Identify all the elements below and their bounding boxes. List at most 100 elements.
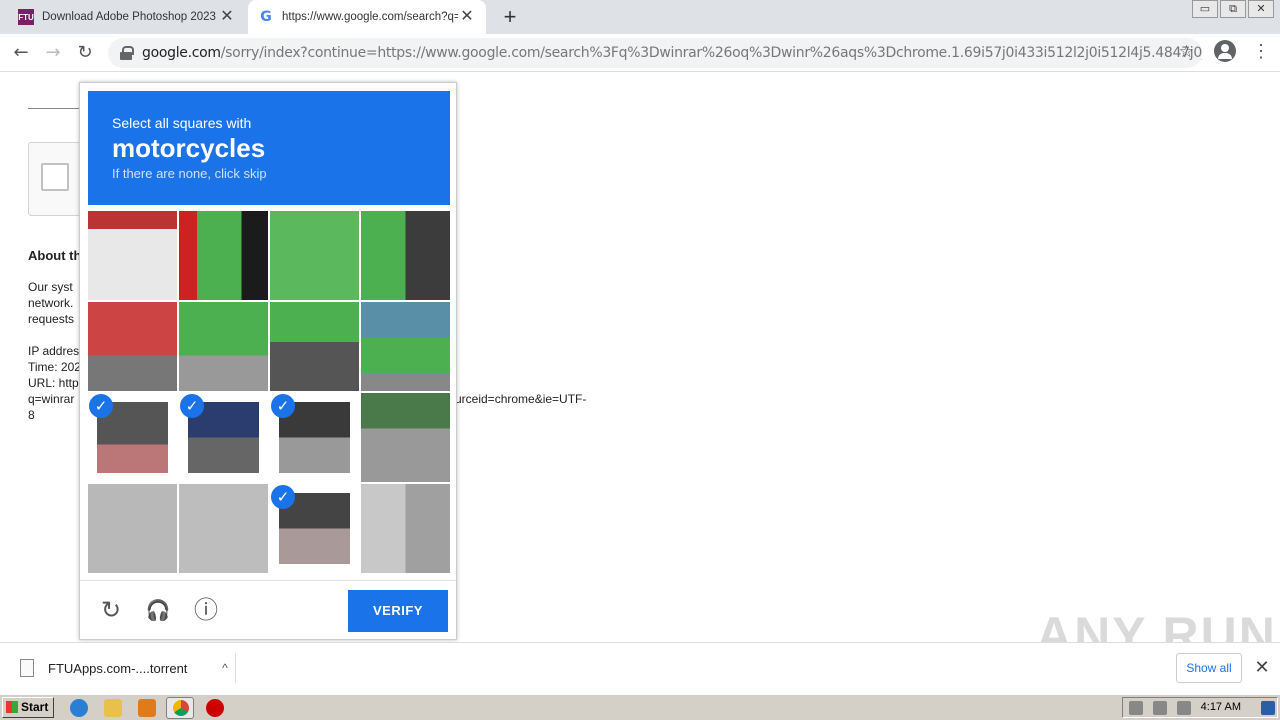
url-host: google.com: [142, 45, 221, 61]
para-line: Our syst: [28, 280, 73, 294]
clock: 4:17 AM: [1200, 701, 1241, 713]
challenge-header: Select all squares with motorcycles If t…: [88, 91, 450, 205]
url-path: /sorry/index?continue=https://www.google…: [220, 45, 1202, 61]
grid-tile-selected[interactable]: ✓: [270, 393, 359, 482]
network-icon[interactable]: [1153, 701, 1167, 715]
grid-tile[interactable]: [361, 484, 450, 573]
tab-title: https://www.google.com/search?q=: [282, 11, 458, 23]
minimize-button[interactable]: ▭: [1192, 0, 1218, 18]
image-grid: ✓ ✓ ✓ ✓: [88, 211, 450, 573]
browser-menu-icon[interactable]: ⋮: [1252, 40, 1270, 62]
help-info-icon[interactable]: ⓘ: [191, 595, 221, 625]
grid-tile[interactable]: [361, 211, 450, 300]
info-line: Time: 202: [28, 360, 81, 374]
back-button[interactable]: ←: [8, 40, 34, 66]
close-window-button[interactable]: ✕: [1248, 0, 1274, 18]
checkmark-icon: ✓: [271, 394, 295, 418]
grid-tile[interactable]: [88, 302, 177, 391]
tile-image: [88, 211, 177, 300]
skip-hint-text: If there are none, click skip: [112, 166, 267, 181]
audio-challenge-icon[interactable]: 🎧: [143, 595, 173, 625]
checkmark-icon: ✓: [180, 394, 204, 418]
grid-tile[interactable]: [270, 302, 359, 391]
grid-tile[interactable]: [88, 484, 177, 573]
info-line: q=winrar: [28, 392, 75, 406]
recaptcha-checkbox[interactable]: [41, 163, 69, 191]
instruction-text: Select all squares with: [112, 115, 252, 131]
checkmark-icon: ✓: [89, 394, 113, 418]
grid-tile-selected[interactable]: ✓: [88, 393, 177, 482]
tab-photoshop[interactable]: FTU Download Adobe Photoshop 2023 v2 ✕: [8, 0, 246, 34]
grid-tile-selected[interactable]: ✓: [179, 393, 268, 482]
close-download-bar-icon[interactable]: ✕: [1252, 655, 1272, 679]
show-desktop-icon[interactable]: [1261, 701, 1275, 715]
challenge-footer: ↻ 🎧 ⓘ VERIFY: [80, 580, 456, 640]
tab-title: Download Adobe Photoshop 2023 v2: [42, 11, 218, 23]
volume-icon[interactable]: [1129, 701, 1143, 715]
tile-image: [88, 302, 177, 391]
about-heading: About th: [28, 248, 82, 263]
download-item[interactable]: FTUApps.com-....torrent ^: [20, 653, 236, 683]
chevron-up-icon[interactable]: ^: [215, 661, 235, 675]
tile-image: [179, 484, 268, 573]
para-line: network.: [28, 296, 74, 310]
info-line: URL: http: [28, 376, 79, 390]
grid-tile[interactable]: [361, 393, 450, 482]
grid-tile[interactable]: [88, 211, 177, 300]
tab-google-search[interactable]: G https://www.google.com/search?q= ✕: [248, 0, 486, 34]
download-filename: FTUApps.com-....torrent: [48, 660, 188, 676]
forward-button[interactable]: →: [40, 40, 66, 66]
info-line: 8: [28, 408, 35, 422]
tab-strip: FTU Download Adobe Photoshop 2023 v2 ✕ G…: [0, 0, 1280, 34]
windows-taskbar: Start 4:17 AM: [0, 694, 1280, 720]
tile-image: [179, 302, 268, 391]
window-controls: ▭ ⧉ ✕: [1190, 0, 1274, 18]
url-text[interactable]: google.com/sorry/index?continue=https://…: [142, 45, 1202, 61]
explorer-folder-icon[interactable]: [104, 699, 122, 717]
address-bar[interactable]: google.com/sorry/index?continue=https://…: [108, 38, 1202, 68]
close-tab-icon[interactable]: ✕: [218, 8, 236, 26]
tile-image: [361, 302, 450, 391]
tile-image: [270, 211, 359, 300]
close-tab-icon[interactable]: ✕: [458, 8, 476, 26]
start-button[interactable]: Start: [2, 697, 54, 718]
new-tab-button[interactable]: +: [498, 4, 522, 30]
grid-tile[interactable]: [270, 211, 359, 300]
browser-toolbar: ← → ↻ google.com/sorry/index?continue=ht…: [0, 34, 1280, 72]
restore-button[interactable]: ⧉: [1220, 0, 1246, 18]
info-line: IP addres: [28, 344, 80, 358]
system-tray: 4:17 AM: [1122, 697, 1278, 718]
account-avatar-icon[interactable]: [1214, 40, 1236, 62]
tile-image: [270, 302, 359, 391]
flag-icon[interactable]: [1177, 701, 1191, 715]
download-bar: FTUApps.com-....torrent ^ Show all ✕: [0, 642, 1280, 692]
reload-button[interactable]: ↻: [72, 40, 98, 66]
file-icon: [20, 659, 34, 677]
target-object-text: motorcycles: [112, 133, 266, 163]
grid-tile[interactable]: [361, 302, 450, 391]
chrome-icon: [173, 700, 189, 716]
grid-tile[interactable]: [179, 302, 268, 391]
ftu-favicon-icon: FTU: [18, 9, 34, 25]
tile-image: [179, 211, 268, 300]
tile-image: [361, 393, 450, 482]
ie-icon[interactable]: [70, 699, 88, 717]
media-player-icon[interactable]: [138, 699, 156, 717]
checkmark-icon: ✓: [271, 485, 295, 509]
para-line: requests: [28, 312, 75, 326]
url-tail-text: urceid=chrome&ie=UTF-: [455, 392, 587, 406]
grid-tile[interactable]: [179, 211, 268, 300]
google-favicon-icon: G: [260, 9, 272, 25]
tile-image: [88, 484, 177, 573]
chrome-taskbar-button[interactable]: [166, 697, 194, 719]
grid-tile[interactable]: [179, 484, 268, 573]
bookmark-star-icon[interactable]: ☆: [1179, 42, 1194, 62]
security-alert-icon[interactable]: [206, 699, 224, 717]
recaptcha-challenge: Select all squares with motorcycles If t…: [79, 82, 457, 640]
reload-challenge-icon[interactable]: ↻: [96, 595, 126, 625]
grid-tile-selected[interactable]: ✓: [270, 484, 359, 573]
lock-icon[interactable]: [120, 46, 134, 60]
show-all-button[interactable]: Show all: [1176, 653, 1242, 683]
tile-image: [361, 211, 450, 300]
verify-button[interactable]: VERIFY: [348, 590, 448, 632]
